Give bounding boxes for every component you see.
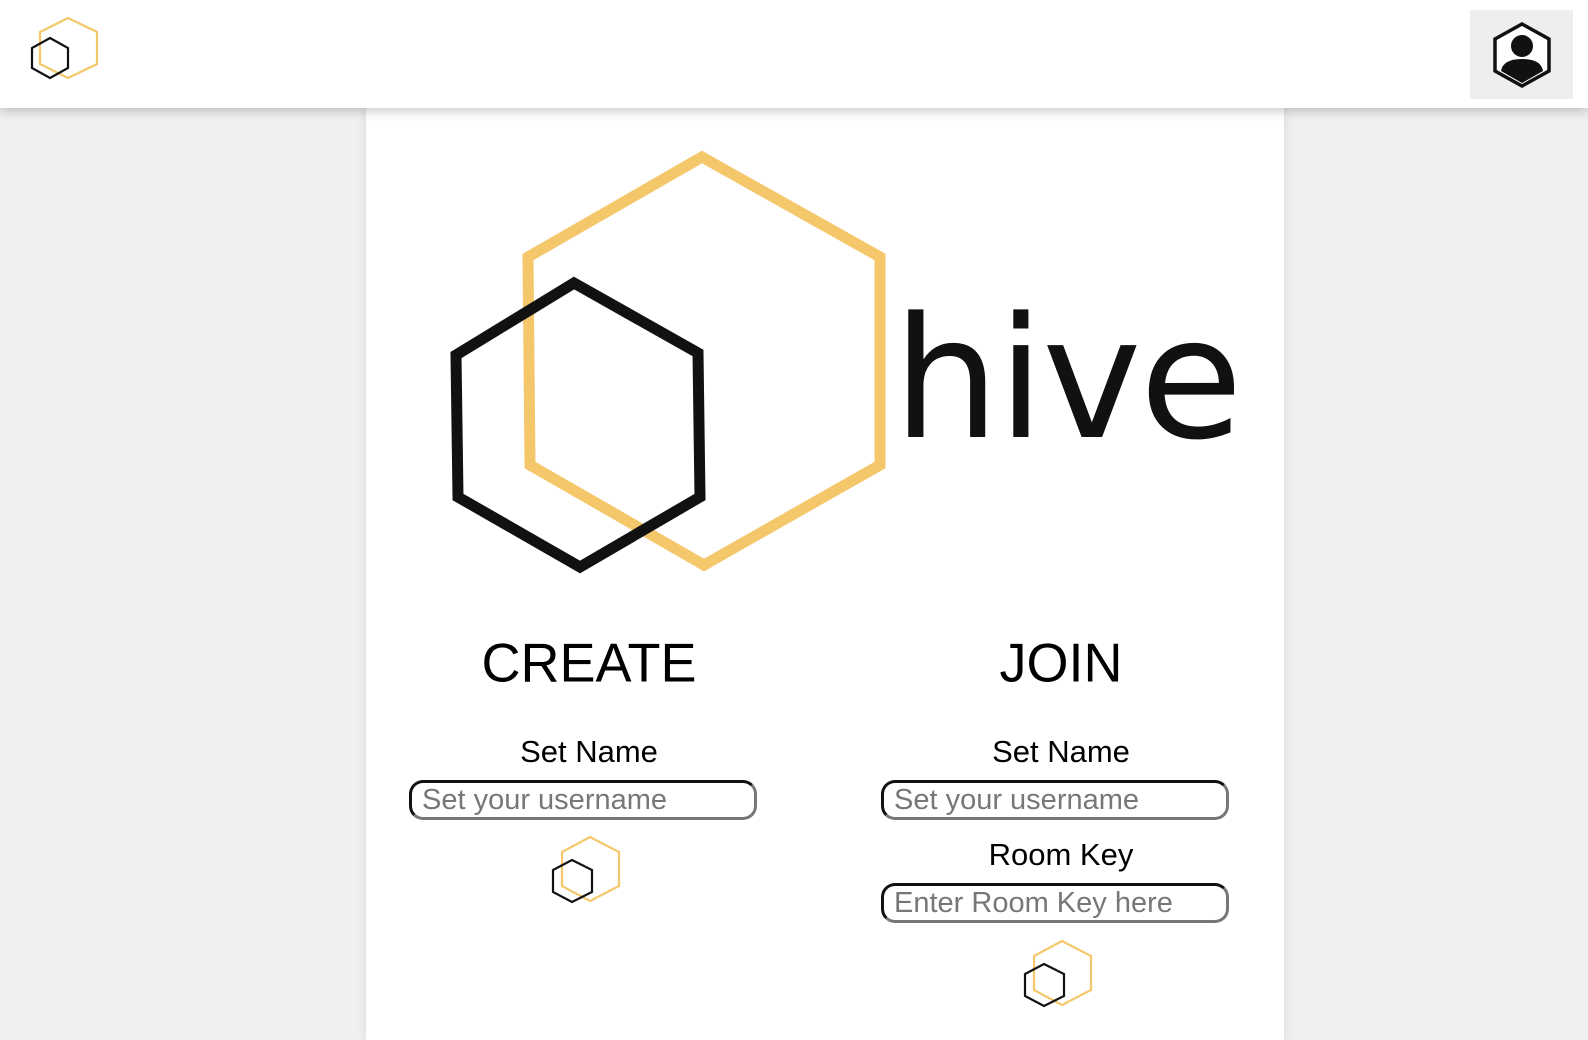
room-key-label: Room Key (988, 837, 1134, 872)
join-username-input[interactable] (881, 780, 1229, 820)
hive-hero-logo: hive (436, 143, 1243, 583)
join-title: JOIN (999, 632, 1123, 694)
hive-hexagon-logo-icon (1023, 939, 1093, 1008)
hive-logo-icon[interactable] (24, 14, 102, 84)
create-username-input[interactable] (409, 780, 757, 820)
user-hexagon-icon (1492, 21, 1551, 88)
room-key-input[interactable] (881, 883, 1229, 923)
black-hexagon-icon (450, 276, 706, 574)
top-navbar (0, 0, 1588, 108)
join-submit-button[interactable] (1016, 938, 1096, 1012)
create-title: CREATE (481, 632, 697, 694)
main-card: hive CREATE Set Name JOIN Set Name Room … (366, 108, 1284, 1040)
join-set-name-label: Set Name (992, 734, 1130, 769)
create-submit-button[interactable] (544, 834, 624, 908)
hive-wordmark: hive (893, 281, 1236, 477)
profile-button[interactable] (1470, 10, 1573, 99)
honey-hexagon-icon (522, 150, 886, 572)
create-set-name-label: Set Name (520, 734, 658, 769)
hive-hexagon-logo-icon (551, 835, 621, 904)
